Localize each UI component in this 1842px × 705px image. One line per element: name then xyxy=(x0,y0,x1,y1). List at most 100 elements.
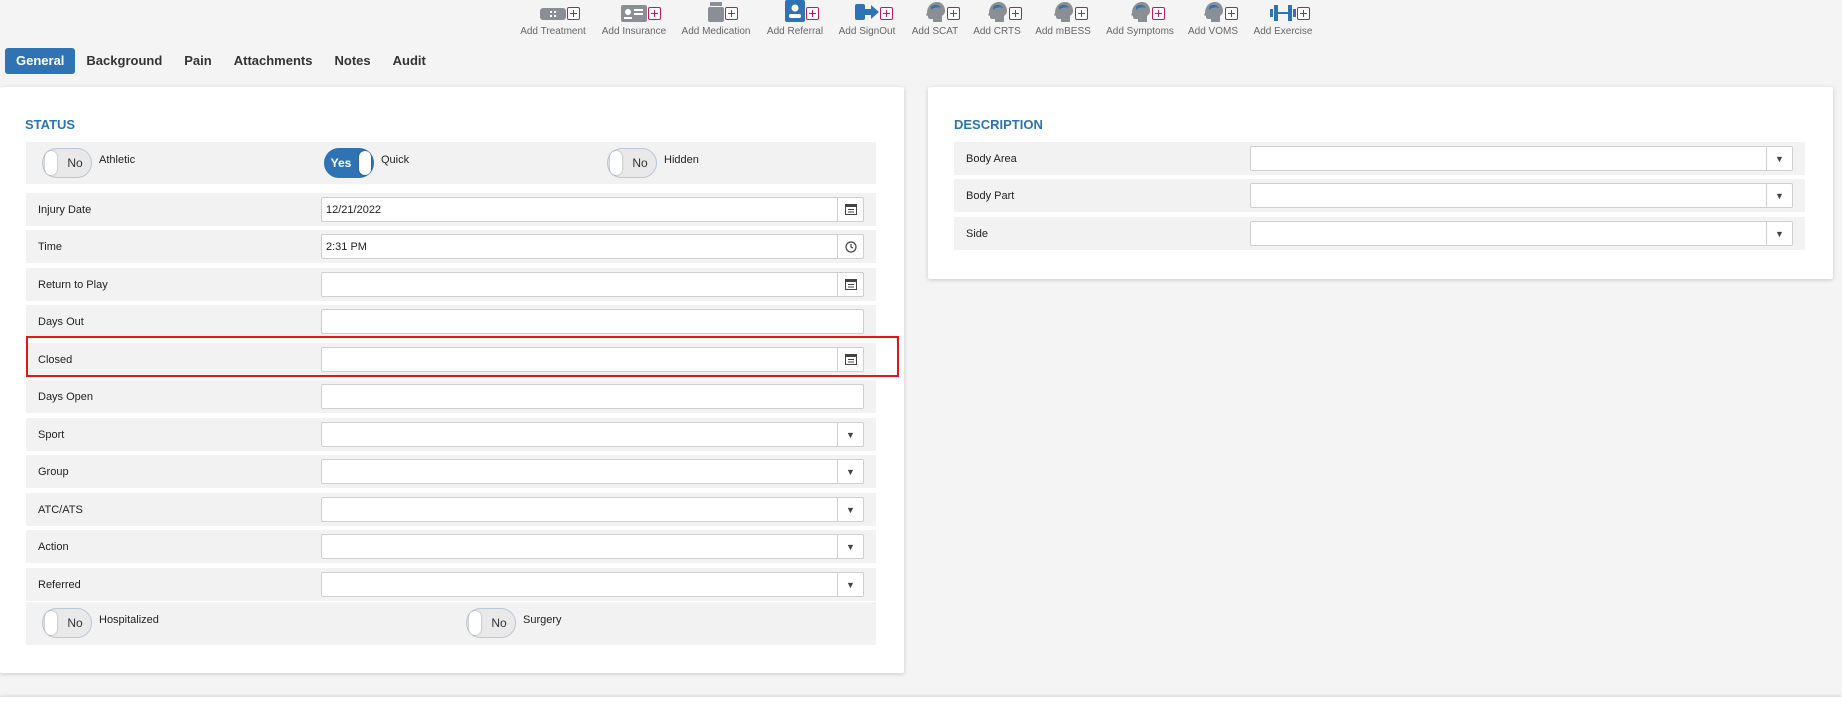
surgery-label: Surgery xyxy=(523,614,562,626)
hospitalized-label: Hospitalized xyxy=(99,614,159,626)
head-icon xyxy=(1052,0,1088,22)
hospitalized-toggle[interactable]: No xyxy=(42,608,92,638)
action-select[interactable]: ▼ xyxy=(321,534,864,559)
clock-icon[interactable] xyxy=(837,235,863,258)
toolbar-button-label: Add SignOut xyxy=(838,26,896,37)
referred-select[interactable]: ▼ xyxy=(321,572,864,597)
add-plus-icon xyxy=(1297,7,1310,20)
add-plus-icon xyxy=(1152,7,1165,20)
days-out-input[interactable] xyxy=(321,309,864,334)
toolbar-button-label: Add mBESS xyxy=(1035,26,1091,37)
head-icon xyxy=(924,0,960,22)
return-to-play-input[interactable] xyxy=(321,272,864,297)
chevron-down-icon[interactable]: ▼ xyxy=(837,535,863,558)
closed-label: Closed xyxy=(38,353,73,366)
toolbar-button-label: Add Insurance xyxy=(601,26,667,37)
add-plus-icon xyxy=(567,7,580,20)
surgery-toggle[interactable]: No xyxy=(466,608,516,638)
toolbar-button-label: Add Treatment xyxy=(520,26,586,37)
body-area-select[interactable]: ▼ xyxy=(1250,146,1793,171)
toolbar: Add Treatment Add Insurance Add Medication… xyxy=(0,0,1842,42)
group-label: Group xyxy=(38,465,69,478)
chevron-down-icon[interactable]: ▼ xyxy=(837,423,863,446)
injury-date-input[interactable]: 12/21/2022 xyxy=(321,197,864,222)
description-title: DESCRIPTION xyxy=(954,117,1043,132)
tab-bar: General Background Pain Attachments Notes Aud… xyxy=(5,48,437,74)
toggle-knob xyxy=(45,151,57,175)
add-plus-icon xyxy=(1225,7,1238,20)
body-area-label: Body Area xyxy=(966,152,1017,165)
medication-icon xyxy=(708,0,738,22)
toolbar-button-label: Add Medication xyxy=(681,26,751,37)
athletic-label: Athletic xyxy=(99,154,136,166)
add-plus-icon xyxy=(1075,7,1088,20)
status-toggle-row xyxy=(26,142,876,184)
hidden-toggle[interactable]: No xyxy=(607,148,657,178)
days-out-label: Days Out xyxy=(38,315,84,328)
injury-date-label: Injury Date xyxy=(38,203,92,216)
calendar-icon[interactable] xyxy=(837,348,863,371)
toggle-value: No xyxy=(67,616,83,630)
toggle-value: No xyxy=(67,156,83,170)
chevron-down-icon[interactable]: ▼ xyxy=(837,573,863,596)
toolbar-add-medication-button[interactable]: Add Medication xyxy=(671,0,761,37)
lower-panel xyxy=(0,697,1842,705)
time-value: 2:31 PM xyxy=(326,240,367,253)
body-part-select[interactable]: ▼ xyxy=(1250,183,1793,208)
time-input[interactable]: 2:31 PM xyxy=(321,234,864,259)
toggle-value: Yes xyxy=(330,156,352,170)
toolbar-button-label: Add CRTS xyxy=(973,26,1021,37)
add-plus-icon xyxy=(725,7,738,20)
hidden-label: Hidden xyxy=(664,154,699,166)
sport-select[interactable]: ▼ xyxy=(321,422,864,447)
action-label: Action xyxy=(38,540,69,553)
tab-notes[interactable]: Notes xyxy=(323,48,381,74)
tab-attachments[interactable]: Attachments xyxy=(223,48,324,74)
tab-pain[interactable]: Pain xyxy=(173,48,222,74)
toolbar-add-insurance-button[interactable]: Add Insurance xyxy=(589,0,679,37)
calendar-icon[interactable] xyxy=(837,273,863,296)
tab-background[interactable]: Background xyxy=(75,48,173,74)
chevron-down-icon[interactable]: ▼ xyxy=(1766,184,1792,207)
treatment-icon xyxy=(540,0,580,22)
days-open-label: Days Open xyxy=(38,390,94,403)
chevron-down-icon[interactable]: ▼ xyxy=(837,498,863,521)
signout-icon xyxy=(855,0,893,22)
toolbar-button-label: Add Exercise xyxy=(1253,26,1313,37)
athletic-toggle[interactable]: No xyxy=(42,148,92,178)
head-icon xyxy=(1129,0,1165,22)
toolbar-button-label: Add VOMS xyxy=(1187,26,1239,37)
head-icon xyxy=(1202,0,1238,22)
time-label: Time xyxy=(38,240,63,253)
calendar-icon[interactable] xyxy=(837,198,863,221)
chevron-down-icon[interactable]: ▼ xyxy=(1766,147,1792,170)
toolbar-add-treatment-button[interactable]: Add Treatment xyxy=(508,0,598,37)
toggle-knob xyxy=(359,151,371,175)
toggle-value: No xyxy=(632,156,648,170)
referral-icon xyxy=(785,0,819,22)
tab-audit[interactable]: Audit xyxy=(382,48,437,74)
referred-label: Referred xyxy=(38,578,81,591)
status-title: STATUS xyxy=(25,117,76,132)
toolbar-button-label: Add Symptoms xyxy=(1106,26,1174,37)
group-select[interactable]: ▼ xyxy=(321,459,864,484)
days-open-input[interactable] xyxy=(321,384,864,409)
atc-ats-label: ATC/ATS xyxy=(38,503,83,516)
toolbar-add-exercise-button[interactable]: Add Exercise xyxy=(1238,0,1328,37)
add-plus-icon xyxy=(648,7,661,20)
body-part-label: Body Part xyxy=(966,189,1015,202)
sport-label: Sport xyxy=(38,428,65,441)
add-plus-icon xyxy=(806,7,819,20)
quick-toggle[interactable]: Yes xyxy=(324,148,374,178)
chevron-down-icon[interactable]: ▼ xyxy=(837,460,863,483)
head-icon xyxy=(986,0,1022,22)
atc-ats-select[interactable]: ▼ xyxy=(321,497,864,522)
toggle-knob xyxy=(45,611,57,635)
chevron-down-icon[interactable]: ▼ xyxy=(1766,222,1792,245)
dumbbell-icon xyxy=(1270,0,1310,22)
tab-general[interactable]: General xyxy=(5,48,76,74)
closed-input[interactable] xyxy=(321,347,864,372)
toggle-value: No xyxy=(491,616,507,630)
side-select[interactable]: ▼ xyxy=(1250,221,1793,246)
quick-label: Quick xyxy=(381,154,410,166)
